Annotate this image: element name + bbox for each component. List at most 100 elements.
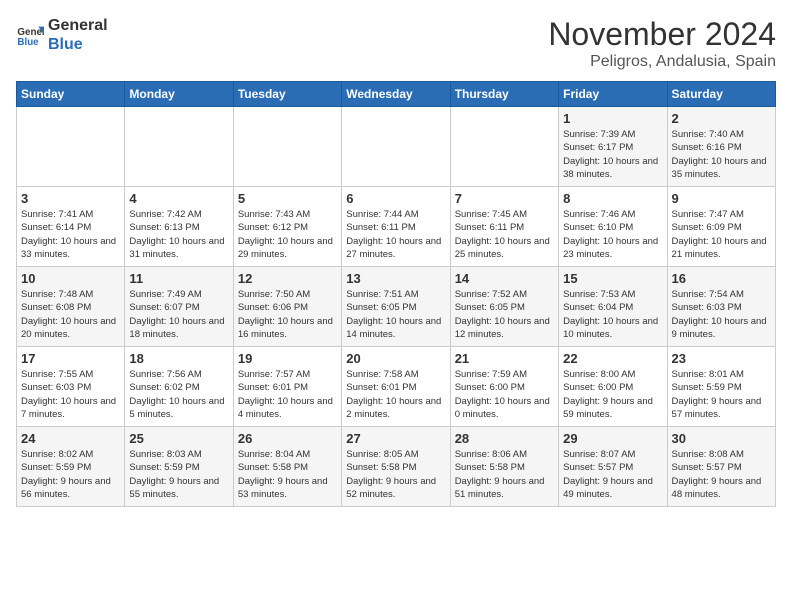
day-info: Sunrise: 7:46 AMSunset: 6:10 PMDaylight:…	[563, 208, 662, 261]
day-info: Sunrise: 8:08 AMSunset: 5:57 PMDaylight:…	[672, 448, 771, 501]
week-row-5: 24Sunrise: 8:02 AMSunset: 5:59 PMDayligh…	[17, 427, 776, 507]
week-row-2: 3Sunrise: 7:41 AMSunset: 6:14 PMDaylight…	[17, 187, 776, 267]
header-friday: Friday	[559, 82, 667, 107]
calendar-cell: 9 Sunrise: 7:47 AMSunset: 6:09 PMDaylight…	[667, 187, 775, 267]
day-number: 11	[129, 271, 228, 286]
header-thursday: Thursday	[450, 82, 558, 107]
day-number: 21	[455, 351, 554, 366]
day-info: Sunrise: 7:39 AMSunset: 6:17 PMDaylight:…	[563, 128, 662, 181]
day-info: Sunrise: 7:49 AMSunset: 6:07 PMDaylight:…	[129, 288, 228, 341]
header-tuesday: Tuesday	[233, 82, 341, 107]
day-info: Sunrise: 7:53 AMSunset: 6:04 PMDaylight:…	[563, 288, 662, 341]
header-sunday: Sunday	[17, 82, 125, 107]
calendar-cell: 6Sunrise: 7:44 AMSunset: 6:11 PMDaylight…	[342, 187, 450, 267]
day-number: 6	[346, 191, 445, 206]
calendar-cell: 4Sunrise: 7:42 AMSunset: 6:13 PMDaylight…	[125, 187, 233, 267]
calendar-cell: 18 Sunrise: 7:56 AMSunset: 6:02 PMDayligh…	[125, 347, 233, 427]
calendar-header-row: SundayMondayTuesdayWednesdayThursdayFrid…	[17, 82, 776, 107]
calendar-cell: 25 Sunrise: 8:03 AMSunset: 5:59 PMDayligh…	[125, 427, 233, 507]
calendar-cell	[342, 107, 450, 187]
day-number: 19	[238, 351, 337, 366]
day-number: 26	[238, 431, 337, 446]
day-info: Sunrise: 7:47 AMSunset: 6:09 PMDaylight:…	[672, 208, 771, 261]
day-number: 24	[21, 431, 120, 446]
calendar-cell: 19 Sunrise: 7:57 AMSunset: 6:01 PMDayligh…	[233, 347, 341, 427]
calendar-cell: 28 Sunrise: 8:06 AMSunset: 5:58 PMDayligh…	[450, 427, 558, 507]
calendar-cell: 30 Sunrise: 8:08 AMSunset: 5:57 PMDayligh…	[667, 427, 775, 507]
calendar-cell	[233, 107, 341, 187]
day-number: 30	[672, 431, 771, 446]
calendar-cell: 29 Sunrise: 8:07 AMSunset: 5:57 PMDayligh…	[559, 427, 667, 507]
day-number: 1	[563, 111, 662, 126]
day-info: Sunrise: 8:00 AMSunset: 6:00 PMDaylight:…	[563, 368, 662, 421]
day-number: 5	[238, 191, 337, 206]
month-year-title: November 2024	[548, 16, 776, 53]
calendar-cell: 5 Sunrise: 7:43 AMSunset: 6:12 PMDaylight…	[233, 187, 341, 267]
calendar-cell: 17Sunrise: 7:55 AMSunset: 6:03 PMDayligh…	[17, 347, 125, 427]
day-info: Sunrise: 7:40 AMSunset: 6:16 PMDaylight:…	[672, 128, 771, 181]
calendar-cell: 23 Sunrise: 8:01 AMSunset: 5:59 PMDayligh…	[667, 347, 775, 427]
location-subtitle: Peligros, Andalusia, Spain	[548, 53, 776, 71]
calendar-cell: 8 Sunrise: 7:46 AMSunset: 6:10 PMDaylight…	[559, 187, 667, 267]
title-block: November 2024 Peligros, Andalusia, Spain	[548, 16, 776, 71]
day-number: 16	[672, 271, 771, 286]
calendar-cell	[450, 107, 558, 187]
week-row-3: 10Sunrise: 7:48 AMSunset: 6:08 PMDayligh…	[17, 267, 776, 347]
calendar-cell	[17, 107, 125, 187]
day-info: Sunrise: 7:57 AMSunset: 6:01 PMDaylight:…	[238, 368, 337, 421]
day-number: 28	[455, 431, 554, 446]
logo-blue: Blue	[48, 35, 108, 54]
logo-icon: General Blue	[16, 21, 44, 49]
day-number: 13	[346, 271, 445, 286]
svg-text:Blue: Blue	[17, 37, 39, 48]
day-number: 9	[672, 191, 771, 206]
calendar-cell: 11 Sunrise: 7:49 AMSunset: 6:07 PMDayligh…	[125, 267, 233, 347]
day-info: Sunrise: 8:07 AMSunset: 5:57 PMDaylight:…	[563, 448, 662, 501]
day-number: 8	[563, 191, 662, 206]
day-info: Sunrise: 8:06 AMSunset: 5:58 PMDaylight:…	[455, 448, 554, 501]
calendar-cell: 20 Sunrise: 7:58 AMSunset: 6:01 PMDayligh…	[342, 347, 450, 427]
header-monday: Monday	[125, 82, 233, 107]
day-info: Sunrise: 7:42 AMSunset: 6:13 PMDaylight:…	[129, 208, 228, 261]
calendar-table: SundayMondayTuesdayWednesdayThursdayFrid…	[16, 81, 776, 507]
calendar-cell: 16 Sunrise: 7:54 AMSunset: 6:03 PMDayligh…	[667, 267, 775, 347]
day-number: 14	[455, 271, 554, 286]
calendar-cell: 12 Sunrise: 7:50 AMSunset: 6:06 PMDayligh…	[233, 267, 341, 347]
page-header: General Blue General Blue November 2024 …	[16, 16, 776, 71]
calendar-cell: 27Sunrise: 8:05 AMSunset: 5:58 PMDayligh…	[342, 427, 450, 507]
calendar-cell: 1 Sunrise: 7:39 AMSunset: 6:17 PMDaylight…	[559, 107, 667, 187]
day-number: 10	[21, 271, 120, 286]
day-number: 25	[129, 431, 228, 446]
day-number: 20	[346, 351, 445, 366]
day-info: Sunrise: 7:45 AMSunset: 6:11 PMDaylight:…	[455, 208, 554, 261]
day-info: Sunrise: 8:01 AMSunset: 5:59 PMDaylight:…	[672, 368, 771, 421]
logo-general: General	[48, 16, 108, 35]
day-info: Sunrise: 7:51 AMSunset: 6:05 PMDaylight:…	[346, 288, 445, 341]
day-number: 12	[238, 271, 337, 286]
calendar-body: 1 Sunrise: 7:39 AMSunset: 6:17 PMDaylight…	[17, 107, 776, 507]
calendar-cell: 21Sunrise: 7:59 AMSunset: 6:00 PMDayligh…	[450, 347, 558, 427]
day-info: Sunrise: 7:54 AMSunset: 6:03 PMDaylight:…	[672, 288, 771, 341]
header-wednesday: Wednesday	[342, 82, 450, 107]
calendar-cell: 7Sunrise: 7:45 AMSunset: 6:11 PMDaylight…	[450, 187, 558, 267]
day-number: 22	[563, 351, 662, 366]
calendar-cell: 2Sunrise: 7:40 AMSunset: 6:16 PMDaylight…	[667, 107, 775, 187]
calendar-cell: 14 Sunrise: 7:52 AMSunset: 6:05 PMDayligh…	[450, 267, 558, 347]
day-number: 3	[21, 191, 120, 206]
day-number: 23	[672, 351, 771, 366]
calendar-cell: 10Sunrise: 7:48 AMSunset: 6:08 PMDayligh…	[17, 267, 125, 347]
week-row-4: 17Sunrise: 7:55 AMSunset: 6:03 PMDayligh…	[17, 347, 776, 427]
calendar-cell: 22 Sunrise: 8:00 AMSunset: 6:00 PMDayligh…	[559, 347, 667, 427]
calendar-cell: 24Sunrise: 8:02 AMSunset: 5:59 PMDayligh…	[17, 427, 125, 507]
day-info: Sunrise: 7:52 AMSunset: 6:05 PMDaylight:…	[455, 288, 554, 341]
day-info: Sunrise: 7:58 AMSunset: 6:01 PMDaylight:…	[346, 368, 445, 421]
day-info: Sunrise: 8:03 AMSunset: 5:59 PMDaylight:…	[129, 448, 228, 501]
day-info: Sunrise: 7:56 AMSunset: 6:02 PMDaylight:…	[129, 368, 228, 421]
day-info: Sunrise: 7:50 AMSunset: 6:06 PMDaylight:…	[238, 288, 337, 341]
calendar-cell: 26Sunrise: 8:04 AMSunset: 5:58 PMDayligh…	[233, 427, 341, 507]
day-number: 27	[346, 431, 445, 446]
day-info: Sunrise: 7:43 AMSunset: 6:12 PMDaylight:…	[238, 208, 337, 261]
calendar-cell: 3Sunrise: 7:41 AMSunset: 6:14 PMDaylight…	[17, 187, 125, 267]
day-number: 29	[563, 431, 662, 446]
day-number: 18	[129, 351, 228, 366]
